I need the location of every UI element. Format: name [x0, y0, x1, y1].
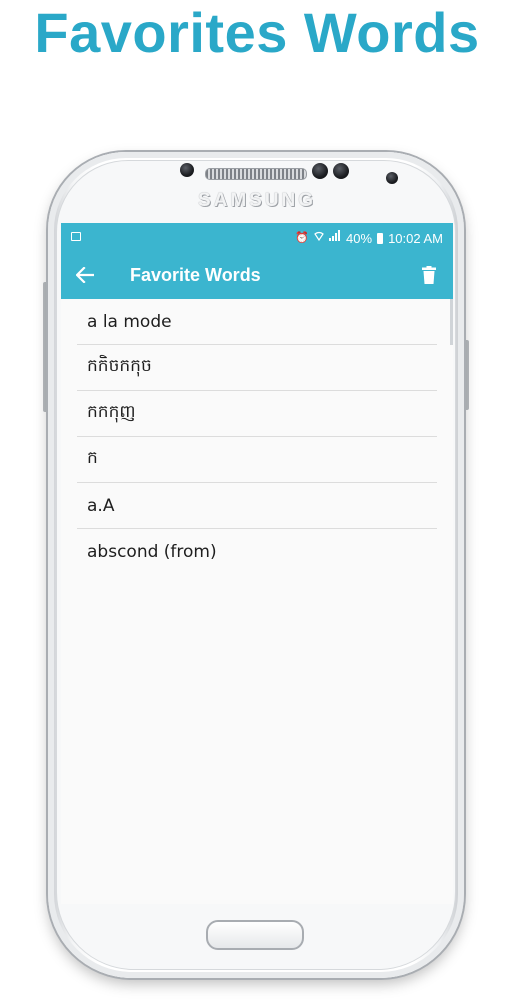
- alarm-icon: ⏰: [295, 231, 310, 244]
- list-item[interactable]: abscond (from): [77, 529, 437, 574]
- sensor-icon: [333, 163, 349, 179]
- app-bar: Favorite Words: [61, 251, 453, 299]
- battery-percent: 40%: [346, 230, 373, 246]
- home-button[interactable]: [206, 920, 304, 950]
- word-label: កកកុញ: [87, 402, 136, 422]
- list-item[interactable]: ក: [77, 437, 437, 483]
- list-item[interactable]: a la mode: [77, 299, 437, 345]
- sensor-icon: [312, 163, 328, 179]
- word-label: ក: [87, 448, 98, 468]
- favorites-list: a la mode កកិចកកុច កកកុញ ក a.A abscond (…: [77, 299, 437, 574]
- earpiece-speaker: [205, 168, 307, 180]
- front-camera-icon: [386, 172, 398, 184]
- promo-headline: Favorites Words: [34, 1, 480, 64]
- image-icon: [71, 232, 81, 241]
- word-label: កកិចកកុច: [87, 356, 152, 376]
- word-label: a.A: [87, 495, 115, 516]
- scrollbar[interactable]: [450, 299, 453, 345]
- device-brand-logo: SAMSUNG: [197, 190, 317, 211]
- arrow-back-icon: [76, 267, 94, 283]
- promo-page: Favorites Words SAMSUNG ⏰ 40% 10:02 AM F…: [0, 0, 514, 1000]
- word-label: abscond (from): [87, 541, 217, 562]
- phone-screen: ⏰ 40% 10:02 AM Favorite Words a la mode …: [61, 223, 453, 904]
- list-item[interactable]: កកកុញ: [77, 391, 437, 437]
- delete-all-button[interactable]: [417, 263, 441, 287]
- status-time: 10:02 AM: [388, 230, 443, 246]
- word-label: a la mode: [87, 311, 172, 332]
- power-button: [464, 340, 469, 410]
- status-icons: ⏰ 40% 10:02 AM: [295, 230, 443, 246]
- status-bar: ⏰ 40% 10:02 AM: [61, 223, 453, 251]
- list-item[interactable]: កកិចកកុច: [77, 345, 437, 391]
- proximity-sensor-icon: [180, 163, 194, 177]
- page-title: Favorite Words: [130, 265, 261, 285]
- battery-icon: [377, 232, 384, 244]
- signal-icon: [329, 230, 341, 246]
- list-item[interactable]: a.A: [77, 483, 437, 529]
- trash-icon: [422, 266, 436, 284]
- back-button[interactable]: [71, 261, 99, 289]
- wifi-icon: [314, 230, 324, 246]
